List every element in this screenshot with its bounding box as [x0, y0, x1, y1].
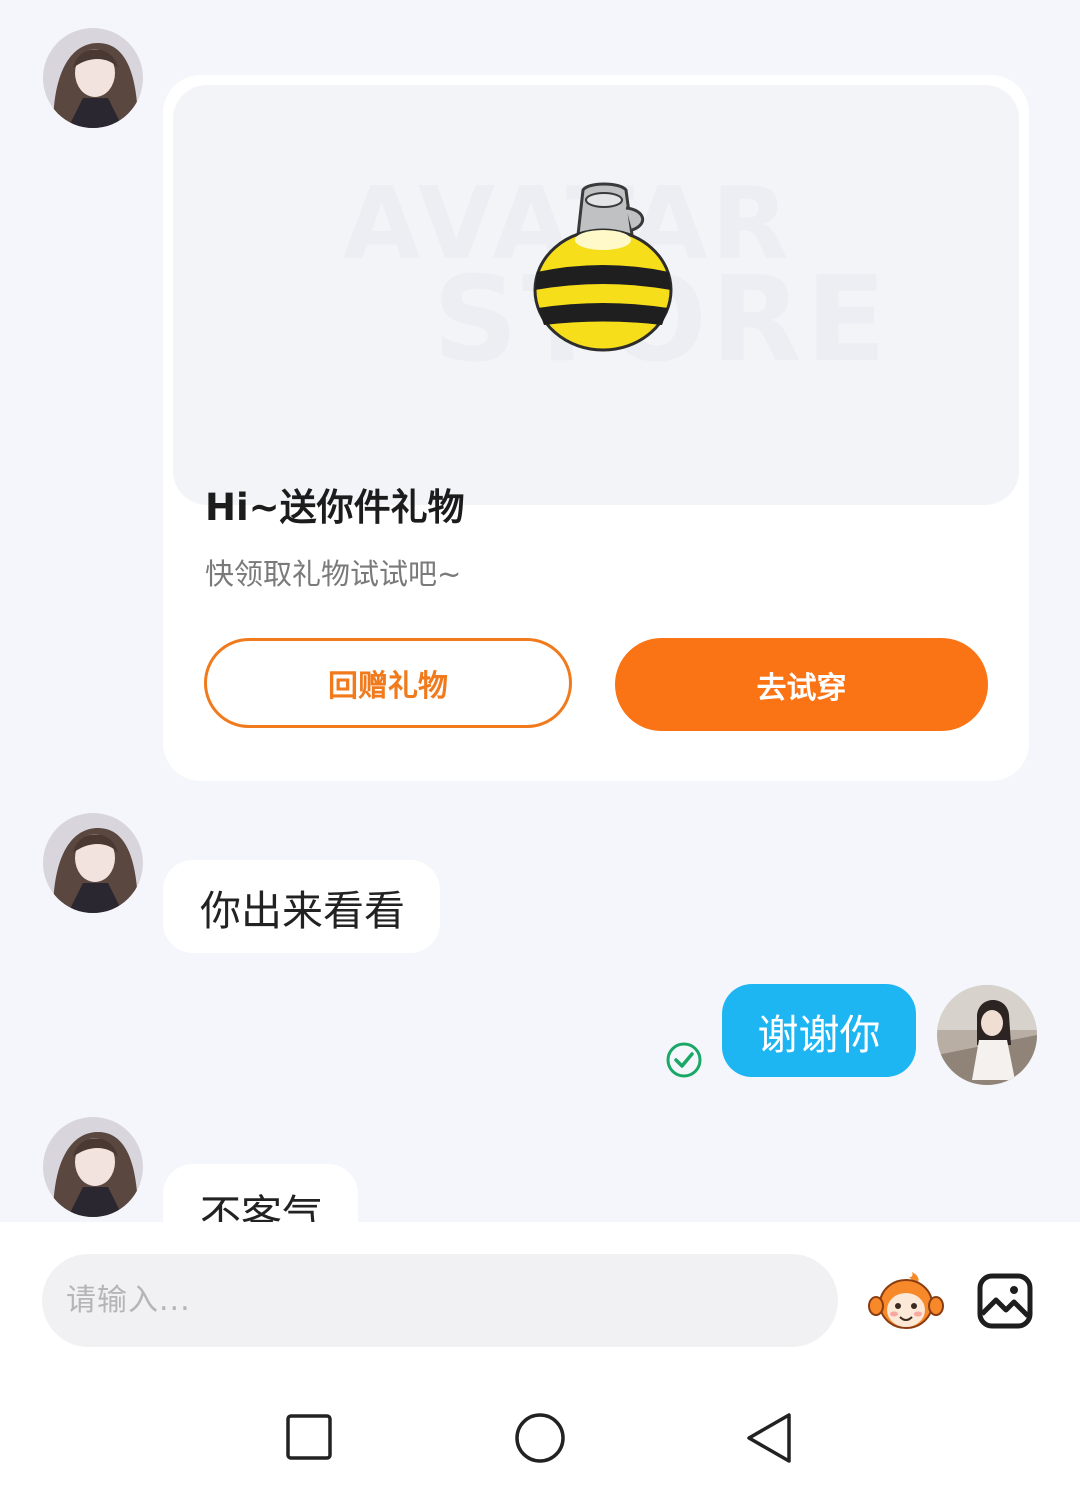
home-icon[interactable]: [514, 1412, 566, 1464]
message-input[interactable]: [42, 1254, 838, 1347]
message-bubble-incoming[interactable]: 不客气: [163, 1164, 358, 1222]
back-icon[interactable]: [745, 1412, 793, 1464]
gift-card[interactable]: AVATAR STORE Hi~送你件礼物 快领取礼物试试吧~ 回赠礼物 去试穿: [163, 75, 1029, 781]
chat-scroll-area[interactable]: AVATAR STORE Hi~送你件礼物 快领取礼物试试吧~ 回赠礼物 去试穿: [0, 0, 1080, 1222]
self-avatar[interactable]: [937, 985, 1037, 1085]
recent-apps-icon[interactable]: [286, 1414, 332, 1460]
bee-pendant-icon: [533, 182, 673, 352]
gift-title: Hi~送你件礼物: [205, 486, 465, 529]
try-on-button[interactable]: 去试穿: [615, 638, 988, 731]
image-icon[interactable]: [976, 1272, 1034, 1330]
contact-avatar[interactable]: [43, 813, 143, 913]
contact-avatar[interactable]: [43, 28, 143, 128]
message-bubble-outgoing[interactable]: 谢谢你: [722, 984, 916, 1077]
gift-preview-image: AVATAR STORE: [173, 85, 1019, 505]
message-bubble-incoming[interactable]: 你出来看看: [163, 860, 440, 953]
return-gift-button[interactable]: 回赠礼物: [204, 638, 572, 728]
contact-avatar[interactable]: [43, 1117, 143, 1217]
system-navigation-bar: [0, 1362, 1080, 1495]
monkey-emoji-icon[interactable]: [868, 1270, 944, 1334]
read-check-icon: [666, 1042, 702, 1078]
message-input-bar: [0, 1222, 1080, 1362]
gift-subtitle: 快领取礼物试试吧~: [205, 557, 462, 591]
